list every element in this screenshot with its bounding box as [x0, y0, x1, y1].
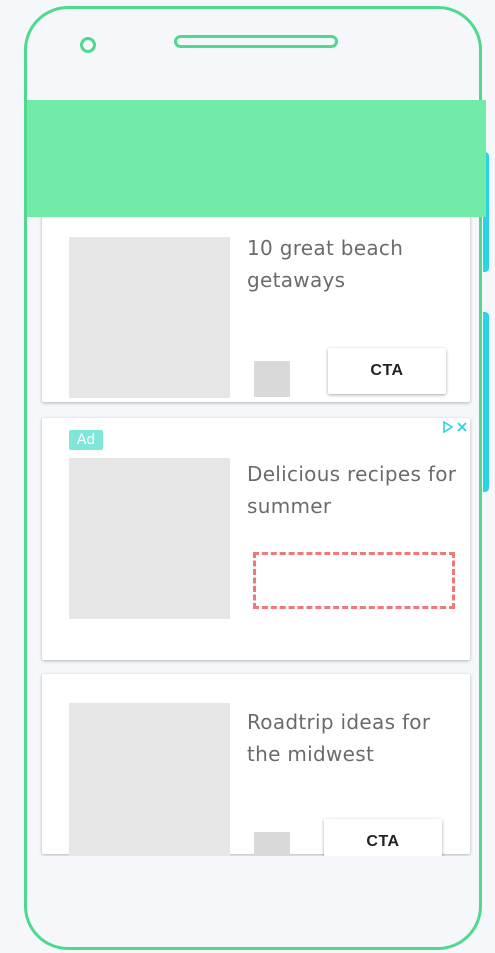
adchoices[interactable]	[442, 420, 468, 434]
cta-button[interactable]: CTA	[324, 819, 442, 856]
speaker-grille	[174, 35, 338, 48]
ad-thumbnail	[69, 458, 230, 619]
card-title: 10 great beach getaways	[247, 236, 404, 292]
card-icon-placeholder	[254, 832, 290, 856]
ad-title: Delicious recipes for summer	[247, 462, 457, 518]
card-title: Roadtrip ideas for the midwest	[247, 710, 431, 766]
app-header-bar	[27, 100, 486, 217]
ad-cta-placeholder	[253, 552, 455, 609]
adchoices-close-icon[interactable]	[456, 421, 468, 433]
ad-badge: Ad	[69, 430, 103, 450]
feed-card[interactable]: Roadtrip ideas for the midwest CTA	[42, 674, 470, 856]
ad-card[interactable]: Ad Delicious recipes for summer	[42, 418, 470, 660]
front-camera-icon	[80, 37, 96, 53]
adchoices-play-icon[interactable]	[442, 421, 454, 433]
card-thumbnail	[69, 237, 230, 398]
phone-side-button	[483, 312, 489, 492]
page: 10 great beach getaways CTA Ad Delicious…	[0, 0, 495, 953]
card-icon-placeholder	[254, 361, 290, 397]
cta-button[interactable]: CTA	[328, 348, 446, 394]
card-thumbnail	[69, 703, 230, 856]
